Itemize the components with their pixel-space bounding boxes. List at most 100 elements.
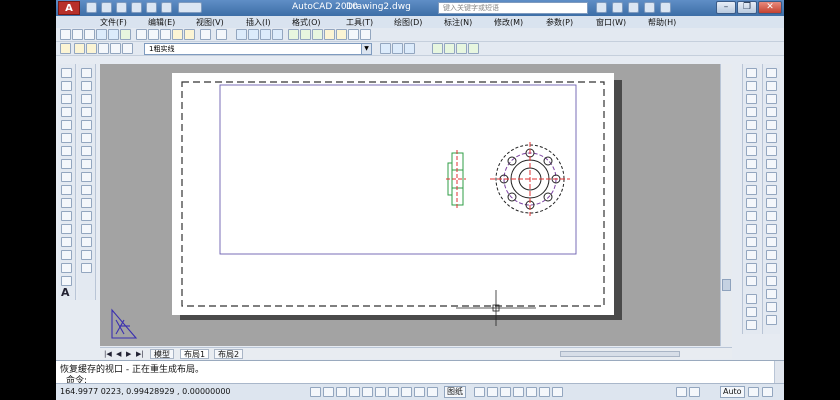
next-tab-icon[interactable]: ▶: [126, 350, 131, 358]
chevron-down-icon[interactable]: ▼: [361, 44, 371, 54]
horizontal-scrollbar[interactable]: [560, 351, 680, 357]
tolerance-icon[interactable]: [766, 237, 777, 247]
snap-node-icon[interactable]: [746, 237, 757, 247]
last-tab-icon[interactable]: ▶|: [136, 350, 144, 358]
dim-continue-icon[interactable]: [766, 198, 777, 208]
styles-table-icon[interactable]: [456, 43, 467, 54]
tab-layout1[interactable]: 布局1: [180, 349, 210, 359]
lineweight-icon[interactable]: [414, 387, 425, 397]
rectangle-icon[interactable]: [61, 120, 72, 130]
command-window[interactable]: 恢复缓存的视口 - 正在重生成布局。 命令:: [56, 360, 784, 386]
block-editor-icon[interactable]: [184, 29, 195, 40]
snap-parallel-icon[interactable]: [746, 211, 757, 221]
paste-icon[interactable]: [160, 29, 171, 40]
snap-intersection-icon[interactable]: [746, 120, 757, 130]
cut-icon[interactable]: [136, 29, 147, 40]
layer-color-icon[interactable]: [110, 43, 121, 54]
quick-dimension-icon[interactable]: [766, 172, 777, 182]
copy-icon[interactable]: [148, 29, 159, 40]
arc-icon[interactable]: [61, 133, 72, 143]
orbit-icon[interactable]: [746, 294, 757, 304]
prev-tab-icon[interactable]: ◀: [116, 350, 121, 358]
multiline-text-icon[interactable]: A: [61, 286, 70, 299]
styles-mleader-icon[interactable]: [468, 43, 479, 54]
favorites-icon[interactable]: [644, 2, 655, 13]
dim-ordinate-icon[interactable]: [766, 107, 777, 117]
first-tab-icon[interactable]: |◀: [104, 350, 112, 358]
free-orbit-icon[interactable]: [746, 307, 757, 317]
dim-text-edit-icon[interactable]: [766, 302, 777, 312]
zoom-previous-icon[interactable]: [272, 29, 283, 40]
make-current-layer-icon[interactable]: [380, 43, 391, 54]
plot-preview-icon[interactable]: [108, 29, 119, 40]
dim-arc-length-icon[interactable]: [766, 94, 777, 104]
join-icon[interactable]: [81, 224, 92, 234]
dim-aligned-icon[interactable]: [766, 81, 777, 91]
stretch-icon[interactable]: [81, 172, 92, 182]
open-icon[interactable]: [101, 2, 112, 13]
snap-nearest-icon[interactable]: [746, 250, 757, 260]
move-icon[interactable]: [81, 133, 92, 143]
menu-edit[interactable]: 编辑(E): [148, 17, 175, 28]
dim-radius-icon[interactable]: [766, 120, 777, 130]
snap-quadrant-icon[interactable]: [746, 172, 757, 182]
help-icon[interactable]: [660, 2, 671, 13]
dim-edit-icon[interactable]: [766, 289, 777, 299]
explode-icon[interactable]: [81, 263, 92, 273]
dim-linear-icon[interactable]: [766, 68, 777, 78]
menu-draw[interactable]: 绘图(D): [394, 17, 422, 28]
clean-screen-icon[interactable]: [762, 387, 773, 397]
menu-modify[interactable]: 修改(M): [494, 17, 523, 28]
menu-help[interactable]: 帮助(H): [648, 17, 676, 28]
open-file-icon[interactable]: [72, 29, 83, 40]
snap-settings-icon[interactable]: [746, 276, 757, 286]
pan-status-icon[interactable]: [513, 387, 524, 397]
break-icon[interactable]: [81, 211, 92, 221]
zoom-realtime-icon[interactable]: [248, 29, 259, 40]
fillet-icon[interactable]: [81, 250, 92, 260]
layer-on-icon[interactable]: [74, 43, 85, 54]
pan-icon[interactable]: [236, 29, 247, 40]
array-icon[interactable]: [81, 120, 92, 130]
gradient-icon[interactable]: [61, 263, 72, 273]
save-icon[interactable]: [116, 2, 127, 13]
undo-icon[interactable]: [146, 2, 157, 13]
dim-diameter-icon[interactable]: [766, 146, 777, 156]
tab-model[interactable]: 模型: [150, 349, 174, 359]
center-mark-icon[interactable]: [766, 250, 777, 260]
close-button[interactable]: ✕: [758, 1, 782, 14]
polygon-icon[interactable]: [61, 107, 72, 117]
dim-break-icon[interactable]: [766, 224, 777, 234]
vertical-scrollbar[interactable]: [720, 64, 732, 346]
annotation-visibility-icon[interactable]: [676, 387, 687, 397]
layer-manager-icon[interactable]: [60, 43, 71, 54]
command-scrollbar[interactable]: [774, 361, 784, 384]
erase-icon[interactable]: [81, 68, 92, 78]
mirror-icon[interactable]: [81, 94, 92, 104]
grid-icon[interactable]: [323, 387, 334, 397]
annotation-scale[interactable]: Auto: [720, 386, 745, 398]
tab-layout2[interactable]: 布局2: [214, 349, 244, 359]
snap-extension-icon[interactable]: [746, 146, 757, 156]
snap-apparent-icon[interactable]: [746, 133, 757, 143]
extend-icon[interactable]: [81, 198, 92, 208]
table-icon[interactable]: [61, 276, 72, 286]
undo-toolbar-icon[interactable]: [200, 29, 211, 40]
zoom-window-icon[interactable]: [260, 29, 271, 40]
temp-track-icon[interactable]: [746, 68, 757, 78]
dim-space-icon[interactable]: [766, 211, 777, 221]
layer-lock-icon[interactable]: [98, 43, 109, 54]
menu-format[interactable]: 格式(O): [292, 17, 321, 28]
inspection-icon[interactable]: [766, 263, 777, 273]
showmotion-icon[interactable]: [552, 387, 563, 397]
paper-space-toggle[interactable]: 图纸: [444, 386, 466, 398]
otrack-icon[interactable]: [375, 387, 386, 397]
sheet-set-icon[interactable]: [324, 29, 335, 40]
match-properties-icon[interactable]: [172, 29, 183, 40]
layer-select[interactable]: 1粗实线 ▼: [144, 43, 372, 55]
tool-palettes-icon[interactable]: [312, 29, 323, 40]
menu-tools[interactable]: 工具(T): [346, 17, 373, 28]
help-toolbar-icon[interactable]: [360, 29, 371, 40]
print-icon[interactable]: [131, 2, 142, 13]
snap-midpoint-icon[interactable]: [746, 107, 757, 117]
